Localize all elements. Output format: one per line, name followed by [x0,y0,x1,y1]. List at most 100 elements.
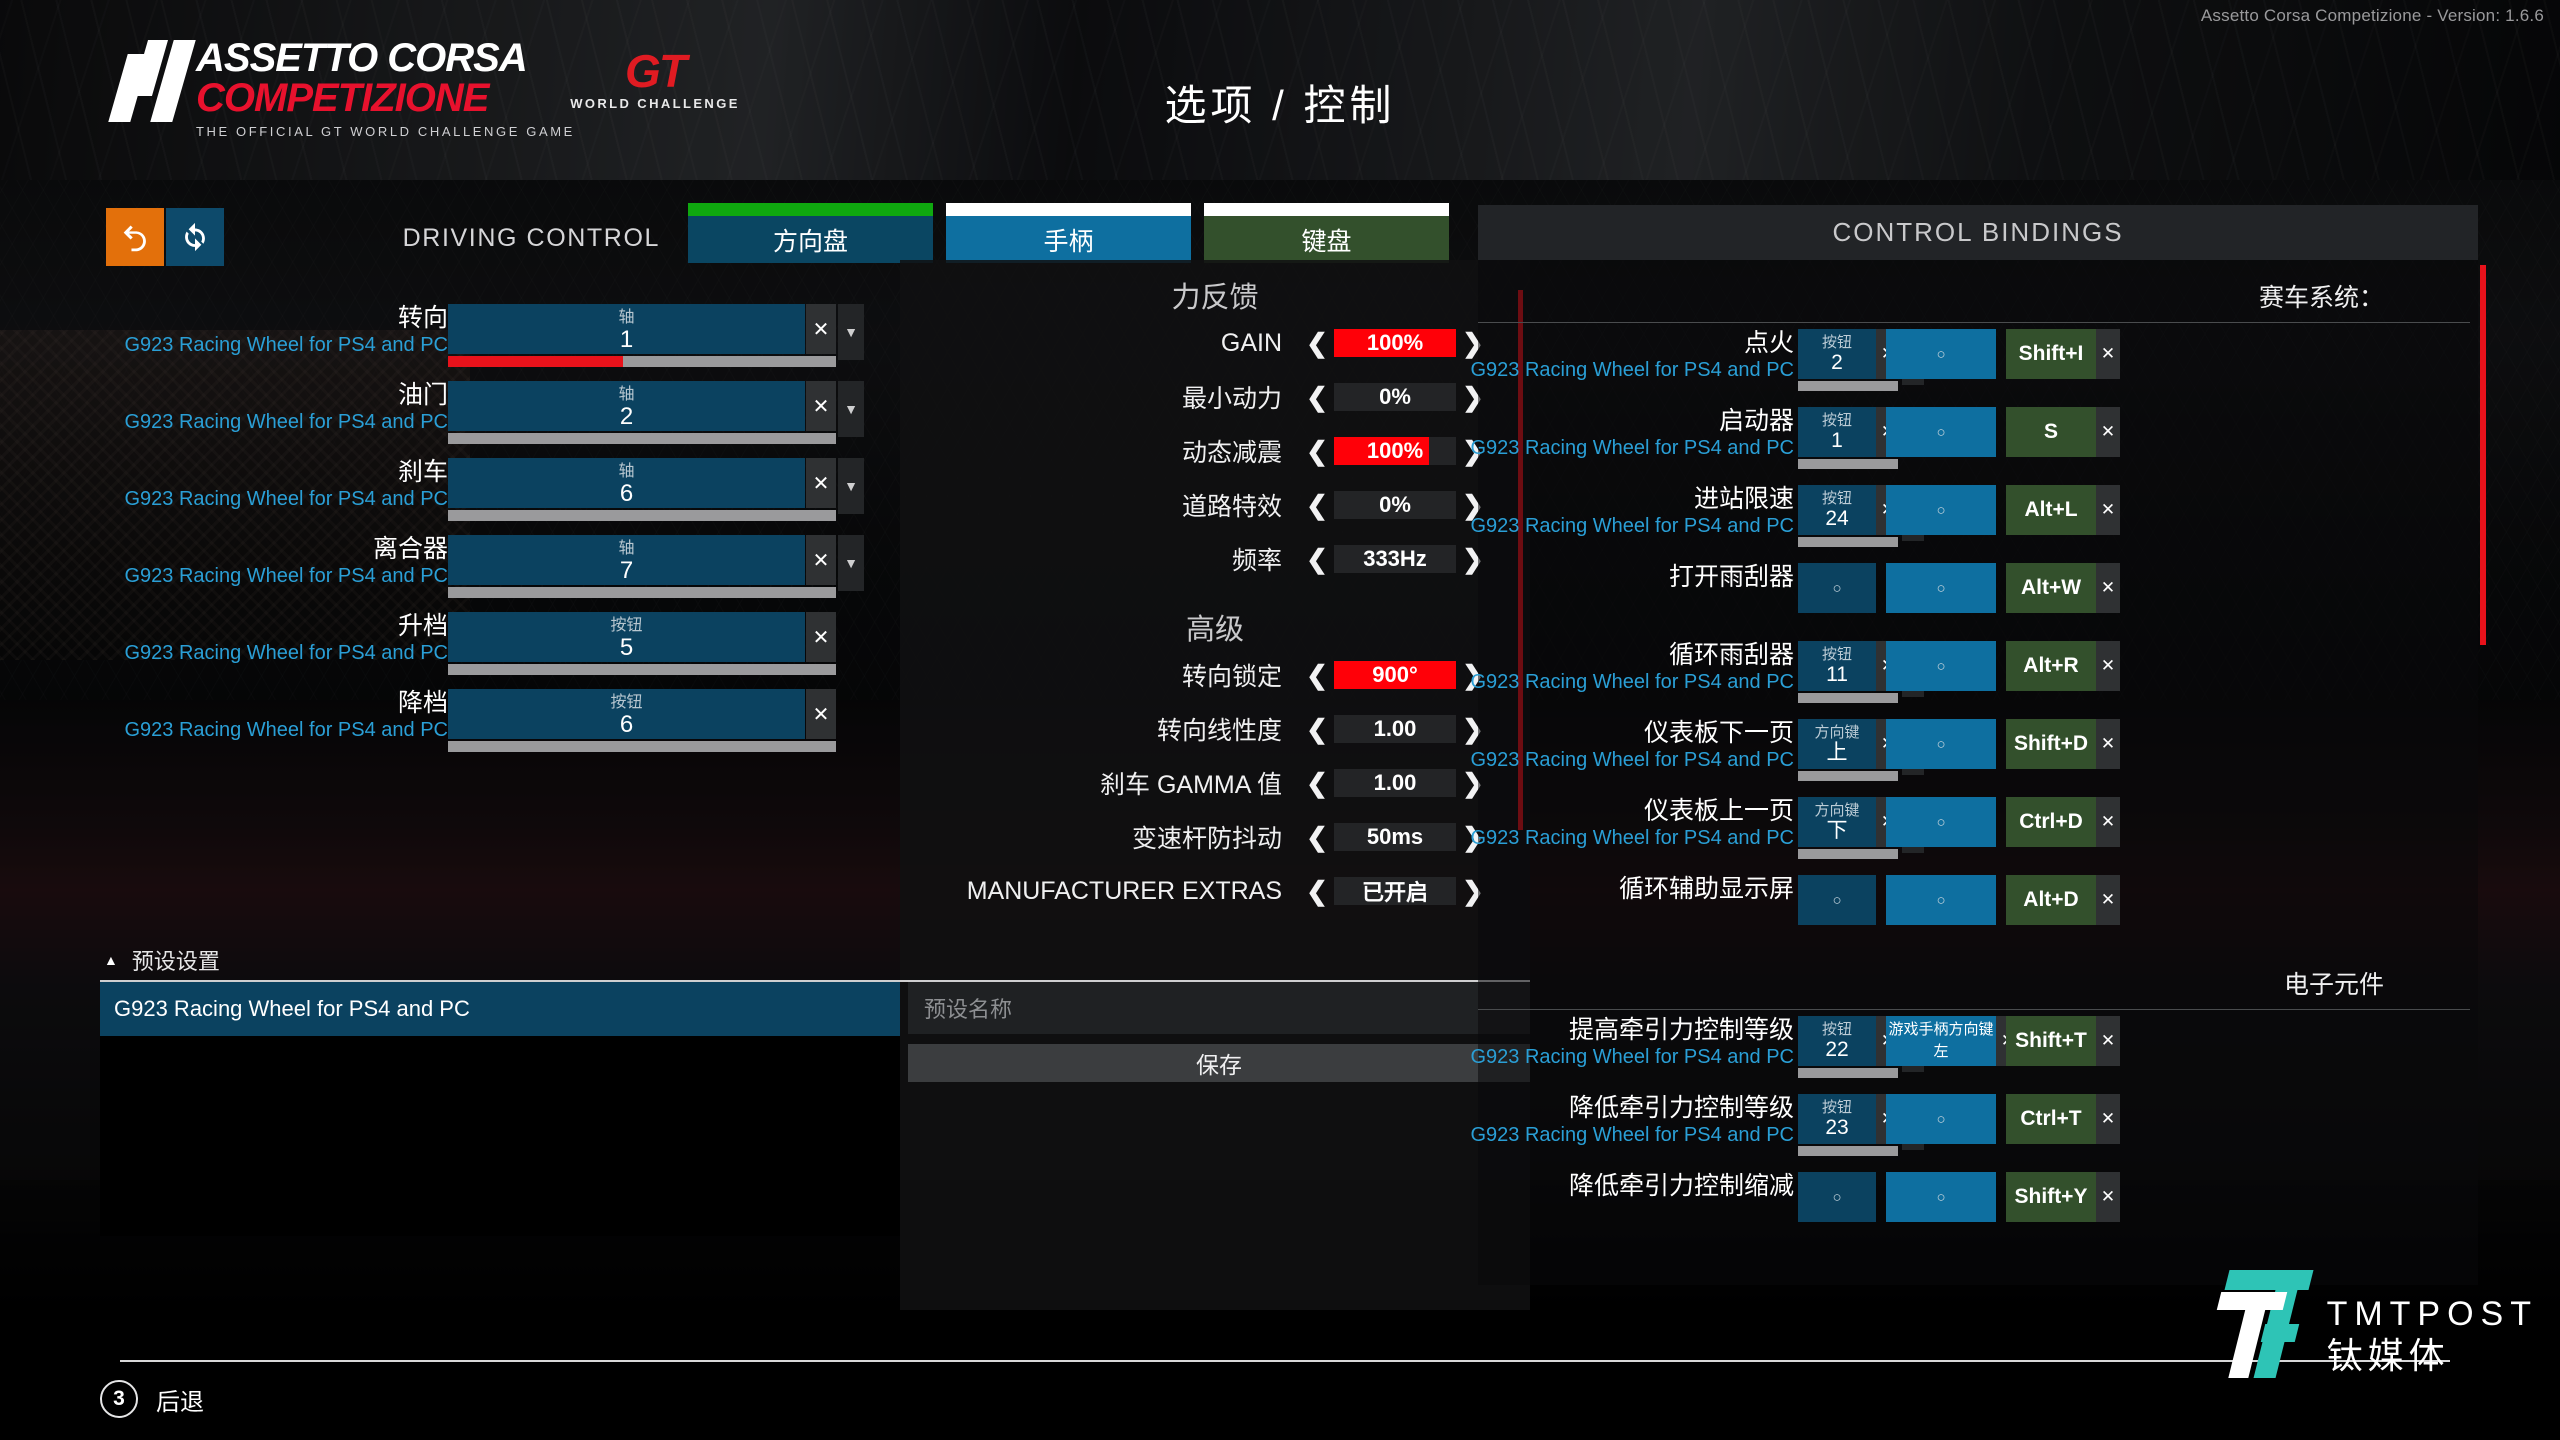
wheel-binding-button[interactable]: 方向键上 [1798,719,1876,769]
gamepad-binding-button[interactable]: ○ [1886,329,1996,379]
close-icon[interactable]: ✕ [2096,1172,2120,1222]
gamepad-binding-button[interactable]: ○ [1886,1172,1996,1222]
close-icon[interactable]: ✕ [806,689,836,739]
control-bindings-scrollbar[interactable] [2480,265,2486,645]
close-icon[interactable]: ✕ [2096,563,2120,613]
axis-range-bar[interactable] [1798,381,1898,391]
gamepad-binding-empty: ○ [1936,813,1946,831]
axis-range-bar[interactable] [448,356,836,367]
chevron-left-icon[interactable]: ❮ [1300,544,1334,575]
gamepad-binding-button[interactable]: ○ [1886,719,1996,769]
gamepad-binding-button[interactable]: ○ [1886,407,1996,457]
axis-range-bar[interactable] [1798,537,1898,547]
binding-row-cells: 按钮22✕▼游戏手柄方向键左✕Shift+T ✕ [1798,1016,2120,1078]
gamepad-binding-button[interactable]: ○ [1886,875,1996,925]
axis-range-bar[interactable] [448,587,836,598]
wheel-binding-button[interactable]: 按钮 1 [1798,407,1876,457]
chevron-left-icon[interactable]: ❮ [1300,382,1334,413]
chevron-left-icon[interactable]: ❮ [1300,328,1334,359]
chevron-down-icon[interactable]: ▼ [838,381,864,437]
axis-range-bar[interactable] [448,510,836,521]
binding-value-button[interactable]: 按钮 6 [448,689,805,739]
binding-value-button[interactable]: 轴6 [448,458,805,508]
close-icon[interactable]: ✕ [2096,875,2120,925]
axis-range-bar[interactable] [448,741,836,752]
wheel-binding-button[interactable]: ○ [1798,1172,1876,1222]
keyboard-binding-button[interactable]: Alt+W [2006,563,2096,613]
keyboard-binding-button[interactable]: Ctrl+T [2006,1094,2096,1144]
gamepad-binding-button[interactable]: ○ [1886,485,1996,535]
keyboard-binding-button[interactable]: Alt+R [2006,641,2096,691]
keyboard-binding-value: Shift+I [2018,342,2084,365]
close-icon[interactable]: ✕ [2096,641,2120,691]
keyboard-binding-button[interactable]: Alt+L [2006,485,2096,535]
binding-value-button[interactable]: 轴2 [448,381,805,431]
keyboard-binding-button[interactable]: Shift+Y [2006,1172,2096,1222]
undo-button[interactable] [106,208,164,266]
axis-range-bar[interactable] [1798,771,1898,781]
axis-range-bar[interactable] [1798,1146,1898,1156]
axis-range-bar[interactable] [1798,693,1898,703]
close-icon[interactable]: ✕ [806,304,836,354]
axis-range-bar[interactable] [1798,1068,1898,1078]
keyboard-binding-button[interactable]: Alt+D [2006,875,2096,925]
chevron-down-icon[interactable]: ▼ [838,304,864,360]
preset-header[interactable]: ▲ 预设设置 [100,940,1530,980]
axis-range-bar[interactable] [448,433,836,444]
chevron-left-icon[interactable]: ❮ [1300,436,1334,467]
advanced-value[interactable]: 1.00 [1334,769,1456,797]
binding-value-button[interactable]: 轴1 [448,304,805,354]
wheel-binding-button[interactable]: ○ [1798,563,1876,613]
chevron-left-icon[interactable]: ❮ [1300,490,1334,521]
wheel-binding-button[interactable]: 按钮 2 [1798,329,1876,379]
chevron-left-icon[interactable]: ❮ [1300,876,1334,907]
back-button[interactable]: 3 后退 [100,1380,204,1418]
binding-row: 循环雨刮器 G923 Racing Wheel for PS4 and PC 按钮 1… [1470,635,2478,713]
keyboard-binding-button[interactable]: Shift+D [2006,719,2096,769]
gamepad-binding-button[interactable]: ○ [1886,1094,1996,1144]
gamepad-binding-button[interactable]: ○ [1886,641,1996,691]
keyboard-binding-button[interactable]: Ctrl+D [2006,797,2096,847]
close-icon[interactable]: ✕ [2096,407,2120,457]
chevron-left-icon[interactable]: ❮ [1300,822,1334,853]
close-icon[interactable]: ✕ [806,535,836,585]
wheel-binding-button[interactable]: 按钮 11 [1798,641,1876,691]
chevron-down-icon[interactable]: ▼ [838,458,864,514]
close-icon[interactable]: ✕ [2096,719,2120,769]
gamepad-binding-button[interactable]: ○ [1886,797,1996,847]
wheel-binding-button[interactable]: ○ [1798,875,1876,925]
chevron-left-icon[interactable]: ❮ [1300,714,1334,745]
wheel-binding-button[interactable]: 按钮 23 [1798,1094,1876,1144]
close-icon[interactable]: ✕ [2096,797,2120,847]
keyboard-binding-button[interactable]: Shift+T [2006,1016,2096,1066]
close-icon[interactable]: ✕ [2096,1094,2120,1144]
gamepad-binding-button[interactable]: ○ [1886,563,1996,613]
close-icon[interactable]: ✕ [2096,1016,2120,1066]
close-icon[interactable]: ✕ [2096,485,2120,535]
tab-wheel[interactable]: 方向盘 [688,203,933,263]
gamepad-binding-button[interactable]: 游戏手柄方向键左 [1886,1016,1996,1066]
wheel-binding-button[interactable]: 按钮 24 [1798,485,1876,535]
wheel-binding-button[interactable]: 按钮 22 [1798,1016,1876,1066]
tab-keyboard[interactable]: 键盘 [1204,203,1449,263]
tab-gamepad[interactable]: 手柄 [946,203,1191,263]
close-icon[interactable]: ✕ [2096,329,2120,379]
chevron-down-icon[interactable]: ▼ [838,535,864,591]
keyboard-binding-button[interactable]: Shift+I [2006,329,2096,379]
chevron-left-icon[interactable]: ❮ [1300,660,1334,691]
tab-wheel-label: 方向盘 [688,216,933,263]
chevron-left-icon[interactable]: ❮ [1300,768,1334,799]
keyboard-binding-button[interactable]: S [2006,407,2096,457]
axis-range-bar[interactable] [1798,849,1898,859]
undo-icon [123,225,146,252]
close-icon[interactable]: ✕ [806,458,836,508]
wheel-binding-button[interactable]: 方向键下 [1798,797,1876,847]
binding-value-button[interactable]: 按钮 5 [448,612,805,662]
close-icon[interactable]: ✕ [806,381,836,431]
close-icon[interactable]: ✕ [806,612,836,662]
binding-value-button[interactable]: 轴7 [448,535,805,585]
axis-range-bar[interactable] [1798,459,1898,469]
reset-button[interactable] [166,208,224,266]
axis-range-bar[interactable] [448,664,836,675]
preset-list-item[interactable]: G923 Racing Wheel for PS4 and PC [100,982,900,1036]
